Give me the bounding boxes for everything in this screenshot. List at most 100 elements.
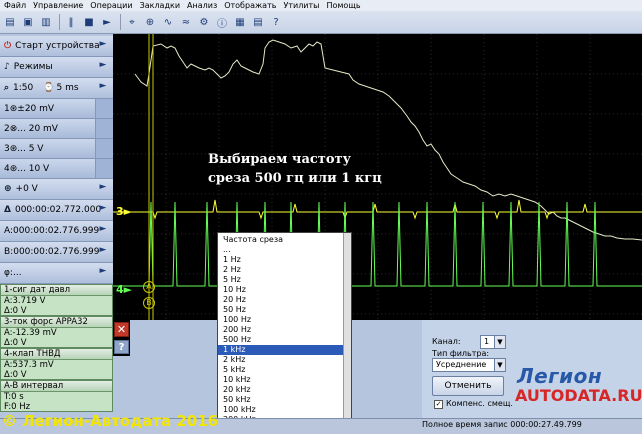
channel-4-value: ... 10 V: [17, 163, 50, 174]
dropdown-item[interactable]: 200 Hz: [218, 325, 351, 335]
dropdown-item[interactable]: 10 kHz: [218, 375, 351, 385]
settings-icon[interactable]: ⚙: [196, 14, 212, 30]
close-icon[interactable]: ✕: [114, 322, 129, 337]
measurement-value: F:0 Hz: [4, 402, 31, 412]
start-device-button[interactable]: ⏻ Старт устройства ►: [0, 36, 113, 57]
filter-type-select[interactable]: Усреднение ▼: [432, 358, 506, 372]
dropdown-item[interactable]: 50 kHz: [218, 395, 351, 405]
start-icon[interactable]: ►: [99, 14, 115, 30]
measurement-value: A:3.719 V: [4, 296, 46, 306]
cursor-a-marker[interactable]: A: [143, 281, 155, 293]
menu-utilities[interactable]: Утилиты: [283, 1, 319, 10]
cursor-b-label: B:: [4, 247, 14, 257]
menu-bookmarks[interactable]: Закладки: [140, 1, 180, 10]
filter-icon[interactable]: ∿: [160, 14, 176, 30]
channel-3-marker[interactable]: 3►: [116, 205, 132, 218]
magnifier-icon: ⌕: [4, 83, 10, 93]
dropdown-scrollbar[interactable]: [343, 233, 351, 427]
menu-analysis[interactable]: Анализ: [187, 1, 217, 10]
timebase-div: 1:50: [13, 83, 34, 93]
channel-3-row[interactable]: 3 ⊛ ... 5 V: [0, 139, 95, 159]
cutoff-frequency-dropdown[interactable]: Частота среза ... 1 Hz 2 Hz 5 Hz 10 Hz 2…: [217, 232, 352, 428]
trigger-icon: ⊕: [4, 184, 12, 194]
dropdown-item-selected[interactable]: 1 kHz: [218, 345, 351, 355]
dropdown-item[interactable]: 100 kHz: [218, 405, 351, 415]
dropdown-item[interactable]: 2 kHz: [218, 355, 351, 365]
wave-icon[interactable]: ≈: [178, 14, 194, 30]
help-icon[interactable]: ?: [268, 14, 284, 30]
phase-row[interactable]: φ:... ►: [0, 263, 113, 284]
cursor-b-marker[interactable]: B: [143, 297, 155, 309]
trigger-value: +0 V: [15, 184, 38, 194]
dropdown-item[interactable]: 2 Hz: [218, 265, 351, 275]
measurement-value: A:537.3 mV: [4, 360, 54, 370]
channel-settings-icon: ⊛: [9, 143, 18, 154]
measurement-head: A-B интервал: [1, 381, 112, 392]
dropdown-item[interactable]: 20 Hz: [218, 295, 351, 305]
menu-bar: Файл Управление Операции Закладки Анализ…: [0, 0, 642, 11]
trigger-row[interactable]: ⊕ +0 V ►: [0, 179, 113, 200]
cursor-a-time: 000:00:02.776.999: [13, 226, 100, 236]
dropdown-item[interactable]: 100 Hz: [218, 315, 351, 325]
compensate-checkbox[interactable]: ✓: [434, 400, 443, 409]
open-icon[interactable]: ▤: [2, 14, 18, 30]
measurement-value: Δ:0 V: [4, 370, 27, 380]
stop-icon[interactable]: ■: [81, 14, 97, 30]
channel-settings-icon: ⊗: [9, 123, 18, 134]
dropdown-item[interactable]: 500 Hz: [218, 335, 351, 345]
cursor-b-row[interactable]: B: 000:00:02.776.999 ►: [0, 242, 113, 263]
dropdown-item[interactable]: 5 kHz: [218, 365, 351, 375]
compensate-label: Компенс. смещ.: [446, 399, 513, 408]
menu-file[interactable]: Файл: [4, 1, 26, 10]
dropdown-item[interactable]: 50 Hz: [218, 305, 351, 315]
print2-icon[interactable]: ▤: [250, 14, 266, 30]
print-icon[interactable]: ▥: [38, 14, 54, 30]
cursor-a-row[interactable]: A: 000:00:02.776.999 ►: [0, 221, 113, 242]
phase-value: φ:...: [4, 268, 22, 278]
dropdown-item[interactable]: 1 Hz: [218, 255, 351, 265]
grid-icon[interactable]: ▦: [232, 14, 248, 30]
timebase-row[interactable]: ⌕ 1:50 ⌚ 5 ms ►: [0, 78, 113, 99]
toolbar-separator: [59, 14, 60, 30]
channel-4-side[interactable]: [95, 159, 113, 179]
menu-operations[interactable]: Операции: [90, 1, 132, 10]
channel-3-side[interactable]: [95, 139, 113, 159]
info-icon[interactable]: ⓘ: [214, 14, 230, 30]
menu-help[interactable]: Помощь: [326, 1, 360, 10]
help-icon[interactable]: ?: [114, 340, 129, 354]
dropdown-item[interactable]: 10 Hz: [218, 285, 351, 295]
channel-1-side[interactable]: [95, 99, 113, 119]
legion-logo: Легион AUTODATA.RU: [505, 362, 642, 420]
cancel-button[interactable]: Отменить: [432, 376, 504, 396]
dropdown-item[interactable]: 5 Hz: [218, 275, 351, 285]
watermark: © Легион-Автодата 2016: [2, 412, 219, 430]
dropdown-item[interactable]: 20 kHz: [218, 385, 351, 395]
channel-4-marker[interactable]: 4►: [116, 283, 132, 296]
channel-label: Канал:: [432, 337, 461, 346]
channel-3-value: ... 5 V: [17, 143, 44, 154]
measurement-head: 1-сиг дат давл: [1, 285, 112, 296]
chevron-down-icon: ▼: [494, 336, 505, 348]
dropdown-item[interactable]: ...: [218, 245, 351, 255]
measurement-box-2: 3-ток форс APPA32 A:-12.39 mV Δ:0 V: [0, 316, 113, 348]
annotation-line-2: среза 500 гц или 1 кгц: [208, 171, 382, 186]
modes-button[interactable]: ♪ Режимы ►: [0, 57, 113, 78]
channel-1-value: ±20 mV: [17, 103, 55, 114]
zoom-icon[interactable]: ⊕: [142, 14, 158, 30]
cursor-icon[interactable]: ⌖: [124, 14, 140, 30]
channel-1-row[interactable]: 1 ⊛ ±20 mV: [0, 99, 95, 119]
menu-display[interactable]: Отображать: [224, 1, 276, 10]
start-device-label: Старт устройства: [15, 41, 100, 51]
channel-select[interactable]: 1 ▼: [480, 335, 506, 349]
channel-4-row[interactable]: 4 ⊛ ... 10 V: [0, 159, 95, 179]
dropdown-title: Частота среза: [223, 235, 283, 244]
cursor-delta-row[interactable]: Δ 000:00:02.772.000 ►: [0, 200, 113, 221]
channel-2-row[interactable]: 2 ⊗ ... 20 mV: [0, 119, 95, 139]
pause-icon[interactable]: ‖: [63, 14, 79, 30]
channel-2-side[interactable]: [95, 119, 113, 139]
cursor-b-time: 000:00:02.776.999: [13, 247, 100, 257]
menu-control[interactable]: Управление: [33, 1, 83, 10]
save-icon[interactable]: ▣: [20, 14, 36, 30]
logo-line-2: AUTODATA.RU: [515, 386, 642, 405]
measurement-box-1: 1-сиг дат давл A:3.719 V Δ:0 V: [0, 284, 113, 316]
